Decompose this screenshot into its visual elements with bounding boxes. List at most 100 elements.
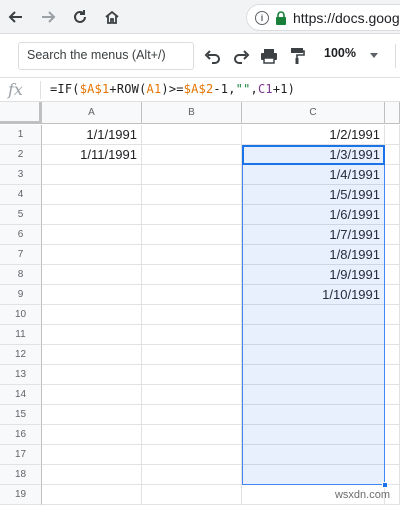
cell[interactable]	[42, 465, 142, 485]
row-header-2[interactable]: 2	[0, 145, 42, 165]
cell[interactable]	[242, 405, 385, 425]
cell[interactable]	[385, 165, 400, 185]
cell[interactable]	[385, 345, 400, 365]
cell[interactable]	[385, 225, 400, 245]
cell[interactable]	[385, 365, 400, 385]
cell[interactable]	[142, 485, 242, 505]
spreadsheet-grid[interactable]: A B C 1 1/1/1991 1/2/1991 2 1/11/1991 1/3/1991 3 1…	[0, 102, 400, 507]
cell[interactable]	[142, 445, 242, 465]
column-header-c[interactable]: C	[242, 102, 385, 124]
cell[interactable]	[142, 205, 242, 225]
cell[interactable]	[385, 385, 400, 405]
paint-format-button[interactable]	[287, 46, 307, 66]
row-header-14[interactable]: 14	[0, 385, 42, 405]
cell[interactable]	[142, 305, 242, 325]
row-header-11[interactable]: 11	[0, 325, 42, 345]
cell[interactable]	[142, 345, 242, 365]
back-button[interactable]	[4, 5, 28, 29]
cell[interactable]: 1/2/1991	[242, 125, 385, 145]
row-header-16[interactable]: 16	[0, 425, 42, 445]
cell[interactable]	[242, 345, 385, 365]
formula-input[interactable]: =IF($A$1+ROW(A1)>=$A$2-1,"",C1+1)	[50, 82, 295, 96]
select-all-corner[interactable]	[0, 102, 42, 124]
cell[interactable]	[385, 145, 400, 165]
row-header-6[interactable]: 6	[0, 225, 42, 245]
menu-search-input[interactable]: Search the menus (Alt+/)	[18, 42, 194, 70]
cell[interactable]	[385, 245, 400, 265]
cell[interactable]	[42, 165, 142, 185]
cell[interactable]: 1/10/1991	[242, 285, 385, 305]
cell[interactable]	[42, 345, 142, 365]
column-header-b[interactable]: B	[142, 102, 242, 124]
cell[interactable]	[42, 445, 142, 465]
cell[interactable]	[142, 405, 242, 425]
cell[interactable]: 1/7/1991	[242, 225, 385, 245]
cell[interactable]	[142, 385, 242, 405]
cell[interactable]	[242, 465, 385, 485]
cell[interactable]	[42, 285, 142, 305]
cell[interactable]	[142, 185, 242, 205]
fill-handle[interactable]	[382, 482, 388, 488]
cell[interactable]	[42, 305, 142, 325]
cell[interactable]	[142, 365, 242, 385]
undo-button[interactable]	[203, 46, 223, 66]
cell[interactable]	[385, 265, 400, 285]
cell[interactable]: 1/3/1991	[242, 145, 385, 165]
cell[interactable]	[385, 405, 400, 425]
forward-button[interactable]	[36, 5, 60, 29]
cell[interactable]	[242, 425, 385, 445]
row-header-7[interactable]: 7	[0, 245, 42, 265]
cell[interactable]	[42, 265, 142, 285]
row-header-5[interactable]: 5	[0, 205, 42, 225]
cell[interactable]	[42, 185, 142, 205]
cell[interactable]	[42, 485, 142, 505]
redo-button[interactable]	[231, 46, 251, 66]
row-header-9[interactable]: 9	[0, 285, 42, 305]
site-info-icon[interactable]: i	[255, 10, 269, 25]
column-header-d[interactable]	[385, 102, 400, 124]
cell[interactable]	[142, 265, 242, 285]
cell[interactable]	[242, 385, 385, 405]
cell[interactable]	[142, 125, 242, 145]
cell[interactable]	[42, 205, 142, 225]
cell[interactable]	[42, 325, 142, 345]
cell[interactable]	[242, 325, 385, 345]
cell[interactable]	[385, 285, 400, 305]
cell[interactable]	[385, 125, 400, 145]
reload-button[interactable]	[68, 5, 92, 29]
chevron-down-icon[interactable]	[370, 53, 378, 58]
row-header-19[interactable]: 19	[0, 485, 42, 505]
cell[interactable]	[242, 365, 385, 385]
row-header-17[interactable]: 17	[0, 445, 42, 465]
cell[interactable]	[42, 225, 142, 245]
cell[interactable]	[42, 385, 142, 405]
cell[interactable]	[385, 305, 400, 325]
cell[interactable]	[42, 365, 142, 385]
cell[interactable]	[385, 325, 400, 345]
cell[interactable]	[142, 245, 242, 265]
cell[interactable]: 1/9/1991	[242, 265, 385, 285]
row-header-15[interactable]: 15	[0, 405, 42, 425]
row-header-13[interactable]: 13	[0, 365, 42, 385]
address-bar[interactable]: i https://docs.goog	[246, 4, 400, 31]
cell[interactable]	[142, 145, 242, 165]
cell[interactable]: 1/8/1991	[242, 245, 385, 265]
row-header-18[interactable]: 18	[0, 465, 42, 485]
cell[interactable]	[42, 425, 142, 445]
cell[interactable]: 1/4/1991	[242, 165, 385, 185]
cell[interactable]: 1/6/1991	[242, 205, 385, 225]
row-header-12[interactable]: 12	[0, 345, 42, 365]
cell[interactable]	[385, 445, 400, 465]
cell[interactable]	[142, 225, 242, 245]
cell[interactable]: 1/5/1991	[242, 185, 385, 205]
cell[interactable]	[142, 165, 242, 185]
row-header-1[interactable]: 1	[0, 125, 42, 145]
zoom-select[interactable]: 100%	[324, 46, 356, 60]
cell[interactable]	[142, 285, 242, 305]
row-header-4[interactable]: 4	[0, 185, 42, 205]
cell[interactable]	[142, 465, 242, 485]
cell[interactable]	[42, 405, 142, 425]
cell[interactable]	[242, 305, 385, 325]
cell[interactable]	[385, 425, 400, 445]
cell[interactable]: 1/1/1991	[42, 125, 142, 145]
